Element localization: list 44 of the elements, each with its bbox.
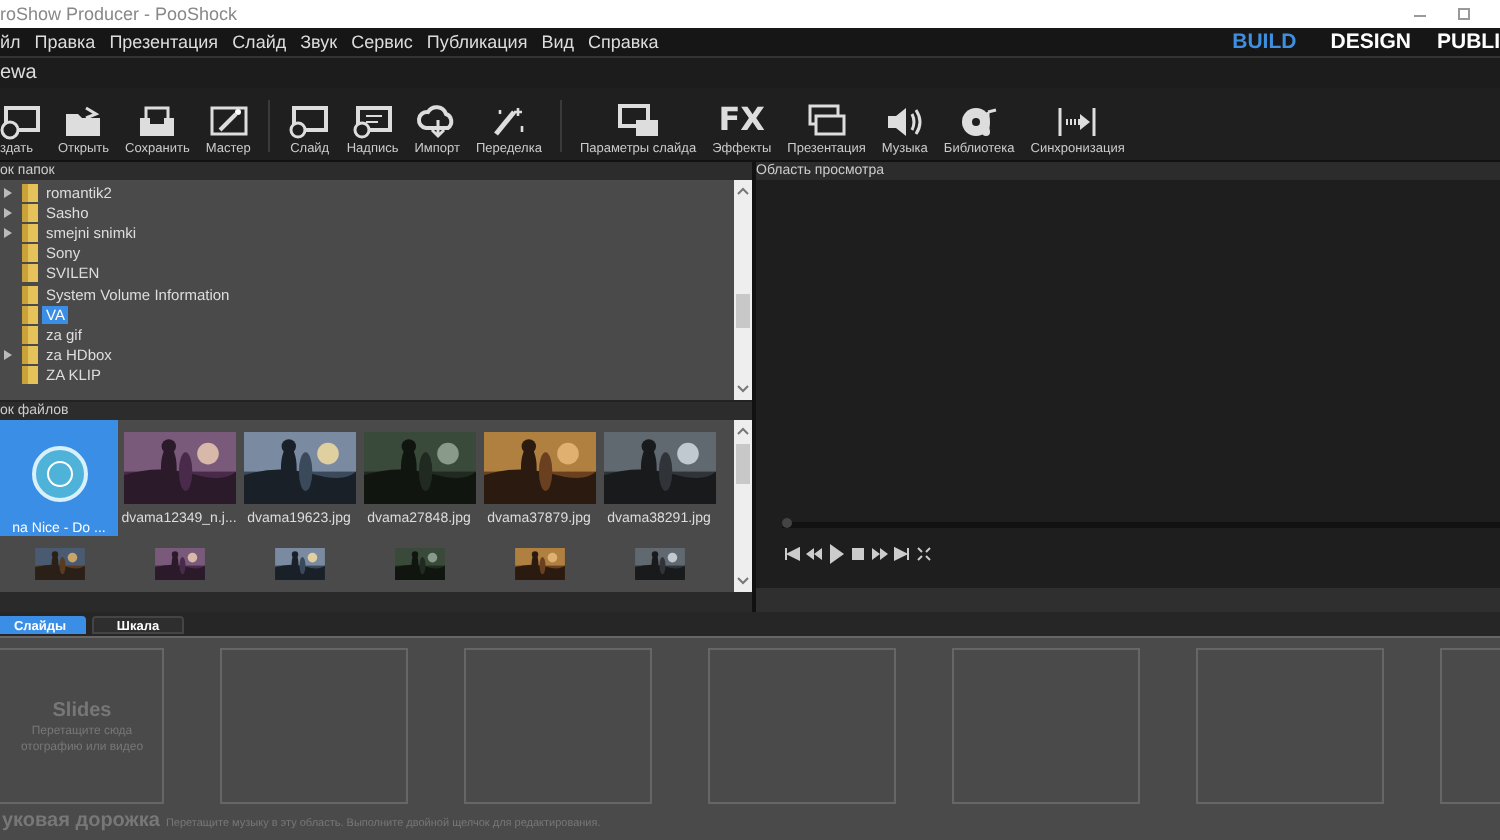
stacked-screens-icon bbox=[805, 102, 848, 140]
slide-drop-frame[interactable] bbox=[952, 648, 1140, 804]
menu-item[interactable]: Слайд bbox=[232, 32, 287, 52]
rewind-icon[interactable] bbox=[806, 546, 822, 562]
maximize-icon bbox=[1456, 6, 1472, 22]
playhead-knob[interactable] bbox=[782, 518, 792, 528]
sync-arrow-icon bbox=[1056, 102, 1099, 140]
menu-item[interactable]: Звук bbox=[300, 32, 338, 52]
fullscreen-icon[interactable] bbox=[916, 546, 932, 562]
scrollbar-thumb[interactable] bbox=[736, 294, 750, 328]
menu-item[interactable]: Вид bbox=[541, 32, 574, 52]
slide-drop-frame[interactable] bbox=[1196, 648, 1384, 804]
cloud-icon bbox=[416, 102, 459, 140]
scrollbar-thumb[interactable] bbox=[736, 444, 750, 484]
project-tab[interactable]: ewa bbox=[0, 62, 37, 84]
mode-tab[interactable]: BUILD bbox=[1232, 30, 1297, 54]
skip-back-icon[interactable] bbox=[784, 546, 800, 562]
speaker-icon bbox=[883, 102, 926, 140]
monitor-toolbox-icon bbox=[617, 102, 660, 140]
menu-item[interactable]: Публикация bbox=[426, 32, 528, 52]
slide-drop-frame[interactable] bbox=[464, 648, 652, 804]
menu-item[interactable]: Правка bbox=[34, 32, 96, 52]
fast-forward-icon[interactable] bbox=[872, 546, 888, 562]
window-title: roShow Producer - PooShock bbox=[0, 4, 240, 24]
play-icon[interactable] bbox=[828, 544, 844, 564]
mode-tab[interactable]: DESIGN bbox=[1330, 30, 1411, 54]
stop-icon[interactable] bbox=[850, 546, 866, 562]
menu-item[interactable]: Презентация bbox=[109, 32, 219, 52]
menu-item[interactable]: Справка bbox=[588, 32, 659, 52]
scroll-down-icon bbox=[736, 382, 750, 394]
audio-disc-icon bbox=[29, 444, 89, 504]
skip-forward-icon[interactable] bbox=[894, 546, 910, 562]
scroll-up-icon bbox=[736, 426, 750, 438]
mode-tab[interactable]: PUBLI bbox=[1437, 30, 1500, 54]
menu-item[interactable]: йл bbox=[0, 32, 21, 52]
wand-icon bbox=[207, 102, 250, 140]
slide-drop-frame[interactable] bbox=[220, 648, 408, 804]
menu-item[interactable]: Сервис bbox=[351, 32, 413, 52]
slide-drop-frame[interactable] bbox=[708, 648, 896, 804]
scroll-down-icon bbox=[736, 574, 750, 586]
folder-icon bbox=[62, 102, 105, 140]
disc-music-icon bbox=[958, 102, 1001, 140]
scroll-up-icon bbox=[736, 186, 750, 198]
tray-icon bbox=[136, 102, 179, 140]
